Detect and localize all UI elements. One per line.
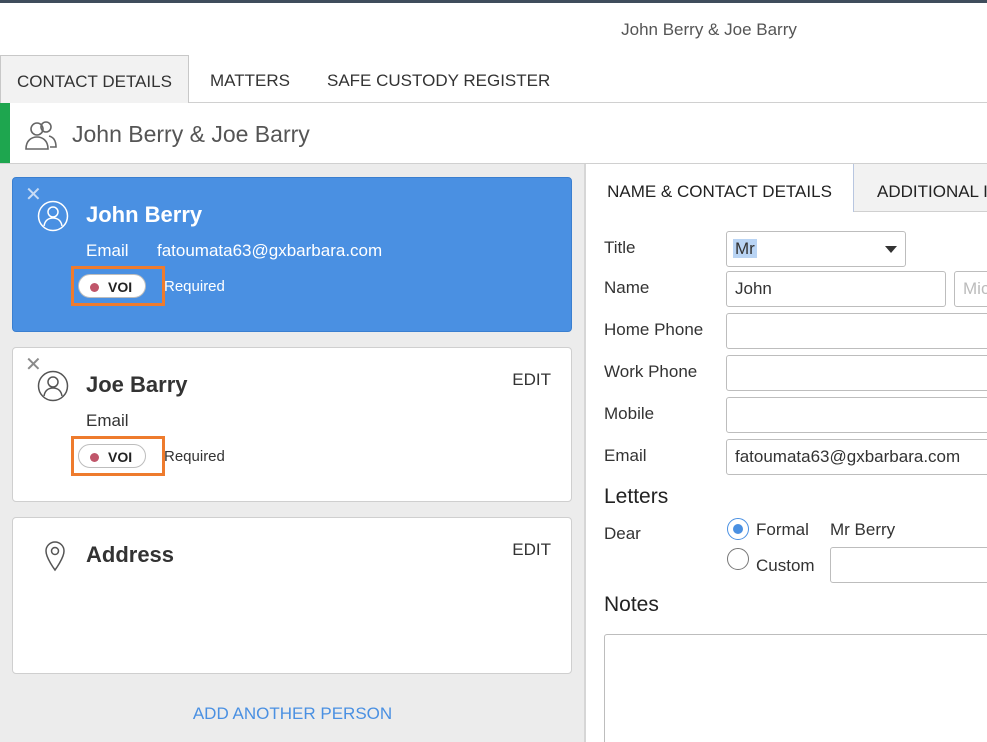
- middle-name-input[interactable]: Mic: [954, 271, 987, 307]
- name-label: Name: [604, 278, 650, 297]
- home-phone-label: Home Phone: [604, 320, 704, 339]
- voi-highlight: VOI: [71, 436, 165, 476]
- person-card-joe-barry[interactable]: ✕ Joe Barry EDIT Email VOI Required: [12, 347, 572, 502]
- person-avatar-icon: [37, 200, 69, 232]
- custom-salutation-input[interactable]: [830, 547, 987, 583]
- person-name: John Berry: [86, 202, 203, 227]
- notes-heading: Notes: [604, 593, 659, 616]
- main-tabs: CONTACT DETAILS MATTERS SAFE CUSTODY REG…: [0, 55, 987, 103]
- formal-label: Formal: [756, 520, 809, 539]
- mobile-label: Mobile: [604, 404, 655, 423]
- formal-salutation: Mr Berry: [830, 520, 896, 539]
- voi-status-text: Required: [164, 278, 225, 295]
- formal-radio[interactable]: [727, 518, 749, 540]
- tab-matters[interactable]: MATTERS: [210, 55, 290, 103]
- email-value: fatoumata63@gxbarbara.com: [157, 241, 383, 260]
- person-name: Joe Barry: [86, 372, 188, 397]
- voi-label: VOI: [108, 279, 133, 295]
- window-title: John Berry & Joe Barry: [621, 20, 797, 39]
- email-label: Email: [86, 241, 129, 260]
- tab-contact-details[interactable]: CONTACT DETAILS: [0, 55, 189, 103]
- person-avatar-icon: [37, 370, 69, 402]
- details-panel: NAME & CONTACT DETAILS ADDITIONAL I Titl…: [586, 164, 987, 742]
- location-pin-icon: [45, 541, 65, 572]
- work-phone-label: Work Phone: [604, 362, 698, 381]
- detail-tabs: NAME & CONTACT DETAILS ADDITIONAL I: [586, 164, 987, 212]
- title-label: Title: [604, 238, 636, 257]
- voi-status-text: Required: [164, 448, 225, 465]
- contact-header: John Berry & Joe Barry: [0, 103, 987, 164]
- title-select[interactable]: Mr: [726, 231, 906, 267]
- middle-name-placeholder: Mic: [963, 279, 987, 298]
- letters-heading: Letters: [604, 485, 669, 508]
- people-icon: [25, 121, 57, 150]
- edit-button[interactable]: EDIT: [512, 370, 551, 390]
- address-card[interactable]: Address EDIT: [12, 517, 572, 674]
- home-phone-input[interactable]: [726, 313, 987, 349]
- tab-additional[interactable]: ADDITIONAL I: [877, 164, 987, 212]
- title-value: Mr: [733, 239, 757, 258]
- mobile-input[interactable]: [726, 397, 987, 433]
- voi-badge[interactable]: VOI: [78, 274, 146, 298]
- notes-textarea[interactable]: [604, 634, 987, 742]
- voi-badge[interactable]: VOI: [78, 444, 146, 468]
- window-top-bar: [0, 0, 987, 3]
- voi-highlight: VOI: [71, 266, 165, 306]
- tab-safe-custody-register[interactable]: SAFE CUSTODY REGISTER: [327, 55, 550, 103]
- address-title: Address: [86, 542, 175, 567]
- contact-title: John Berry & Joe Barry: [72, 121, 310, 147]
- edit-button[interactable]: EDIT: [512, 540, 551, 560]
- custom-label: Custom: [756, 556, 815, 575]
- add-another-person-link[interactable]: ADD ANOTHER PERSON: [0, 704, 585, 724]
- work-phone-input[interactable]: [726, 355, 987, 391]
- dear-label: Dear: [604, 524, 641, 543]
- email-input[interactable]: fatoumata63@gxbarbara.com: [726, 439, 987, 475]
- header-accent-bar: [0, 103, 10, 163]
- voi-label: VOI: [108, 449, 133, 465]
- voi-status-dot: [90, 283, 99, 292]
- voi-status-dot: [90, 453, 99, 462]
- tab-name-contact-details[interactable]: NAME & CONTACT DETAILS: [586, 164, 854, 212]
- person-card-john-berry[interactable]: ✕ John Berry Email fatoumata63@gxbarbara…: [12, 177, 572, 332]
- custom-radio[interactable]: [727, 548, 749, 570]
- first-name-input[interactable]: John: [726, 271, 946, 307]
- email-label: Email: [86, 411, 129, 430]
- email-field-label: Email: [604, 446, 647, 465]
- chevron-down-icon: [885, 246, 897, 253]
